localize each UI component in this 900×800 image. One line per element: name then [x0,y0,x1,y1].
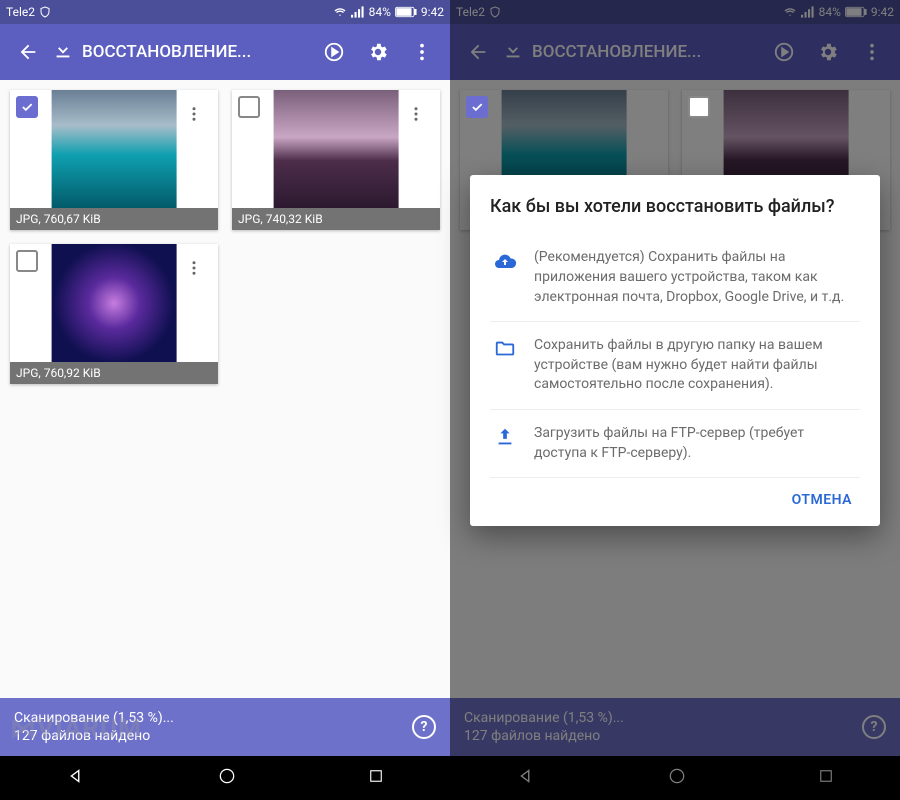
cancel-button[interactable]: ОТМЕНА [784,482,860,518]
appbar: ВОССТАНОВЛЕНИЕ... [450,24,900,80]
help-button[interactable]: ? [412,715,436,739]
cloud-upload-icon [490,248,520,307]
nav-home-button[interactable] [217,766,237,790]
settings-button[interactable] [358,32,398,72]
nav-recents-button[interactable] [367,767,385,789]
shield-icon [39,6,51,18]
checkbox-icon[interactable] [238,96,260,118]
overflow-button[interactable] [402,32,442,72]
folder-icon [490,336,520,395]
thumbnail [52,244,177,362]
shield-icon [489,6,501,18]
checkbox-icon [466,96,488,118]
download-icon [502,39,524,65]
clock: 9:42 [421,5,444,19]
download-icon [52,39,74,65]
checkbox-icon[interactable] [16,250,38,272]
play-button[interactable] [314,32,354,72]
card-overflow-button[interactable] [174,94,214,134]
app-title: ВОССТАНОВЛЕНИЕ... [532,42,701,62]
files-found-text: 127 файлов найдено [464,727,624,745]
wifi-icon [333,6,347,18]
thumbnail [52,90,177,208]
option-text: Сохранить файлы в другую папку на вашем … [534,336,860,395]
caption: JPG, 760,92 KiB [10,362,218,384]
screen-right: Tele2 84% 9:42 [450,0,900,800]
nav-back-button[interactable] [65,765,87,791]
scan-progress-text: Сканирование (1,53 %)... [464,709,624,727]
help-button[interactable]: ? [862,715,886,739]
battery-pct: 84% [819,5,841,19]
battery-icon [845,6,867,18]
back-button[interactable] [8,32,48,72]
signal-icon [351,6,365,18]
wifi-icon [783,6,797,18]
watermark: ⋈VIARUM [10,714,142,744]
appbar: ВОССТАНОВЛЕНИЕ... [0,24,450,80]
nav-back-button[interactable] [515,765,537,791]
scan-footer: Сканирование (1,53 %)... 127 файлов найд… [450,698,900,756]
option-cloud[interactable]: (Рекомендуется) Сохранить файлы на прило… [490,234,860,322]
card-overflow-button[interactable] [396,94,436,134]
caption: JPG, 760,67 KiB [10,208,218,230]
upload-icon [490,424,520,463]
image-card-3[interactable]: JPG, 760,92 KiB [10,244,218,384]
checkbox-icon[interactable] [16,96,38,118]
restore-dialog: Как бы вы хотели восстановить файлы? (Ре… [470,175,880,526]
statusbar: Tele2 84% 9:42 [450,0,900,24]
navbar [450,756,900,800]
image-grid: JPG, 760,67 KiB JPG, 740,32 KiB JPG, 760… [0,80,450,698]
dialog-title: Как бы вы хотели восстановить файлы? [490,195,860,218]
signal-icon [801,6,815,18]
option-ftp[interactable]: Загрузить файлы на FTP-сервер (требует д… [490,410,860,478]
statusbar: Tele2 84% 9:42 [0,0,450,24]
battery-pct: 84% [369,5,391,19]
back-button[interactable] [458,32,498,72]
nav-home-button[interactable] [667,766,687,790]
overflow-button[interactable] [852,32,892,72]
app-title: ВОССТАНОВЛЕНИЕ... [82,42,251,62]
battery-icon [395,6,417,18]
image-card-1[interactable]: JPG, 760,67 KiB [10,90,218,230]
caption: JPG, 740,32 KiB [232,208,440,230]
settings-button[interactable] [808,32,848,72]
navbar [0,756,450,800]
carrier-label: Tele2 [6,5,35,19]
nav-recents-button[interactable] [817,767,835,789]
option-folder[interactable]: Сохранить файлы в другую папку на вашем … [490,322,860,410]
carrier-label: Tele2 [456,5,485,19]
screen-left: Tele2 84% 9:42 [0,0,450,800]
play-button[interactable] [764,32,804,72]
option-text: (Рекомендуется) Сохранить файлы на прило… [534,248,860,307]
clock: 9:42 [871,5,894,19]
option-text: Загрузить файлы на FTP-сервер (требует д… [534,424,860,463]
card-overflow-button[interactable] [174,248,214,288]
thumbnail [274,90,399,208]
image-card-2[interactable]: JPG, 740,32 KiB [232,90,440,230]
checkbox-icon [688,96,710,118]
